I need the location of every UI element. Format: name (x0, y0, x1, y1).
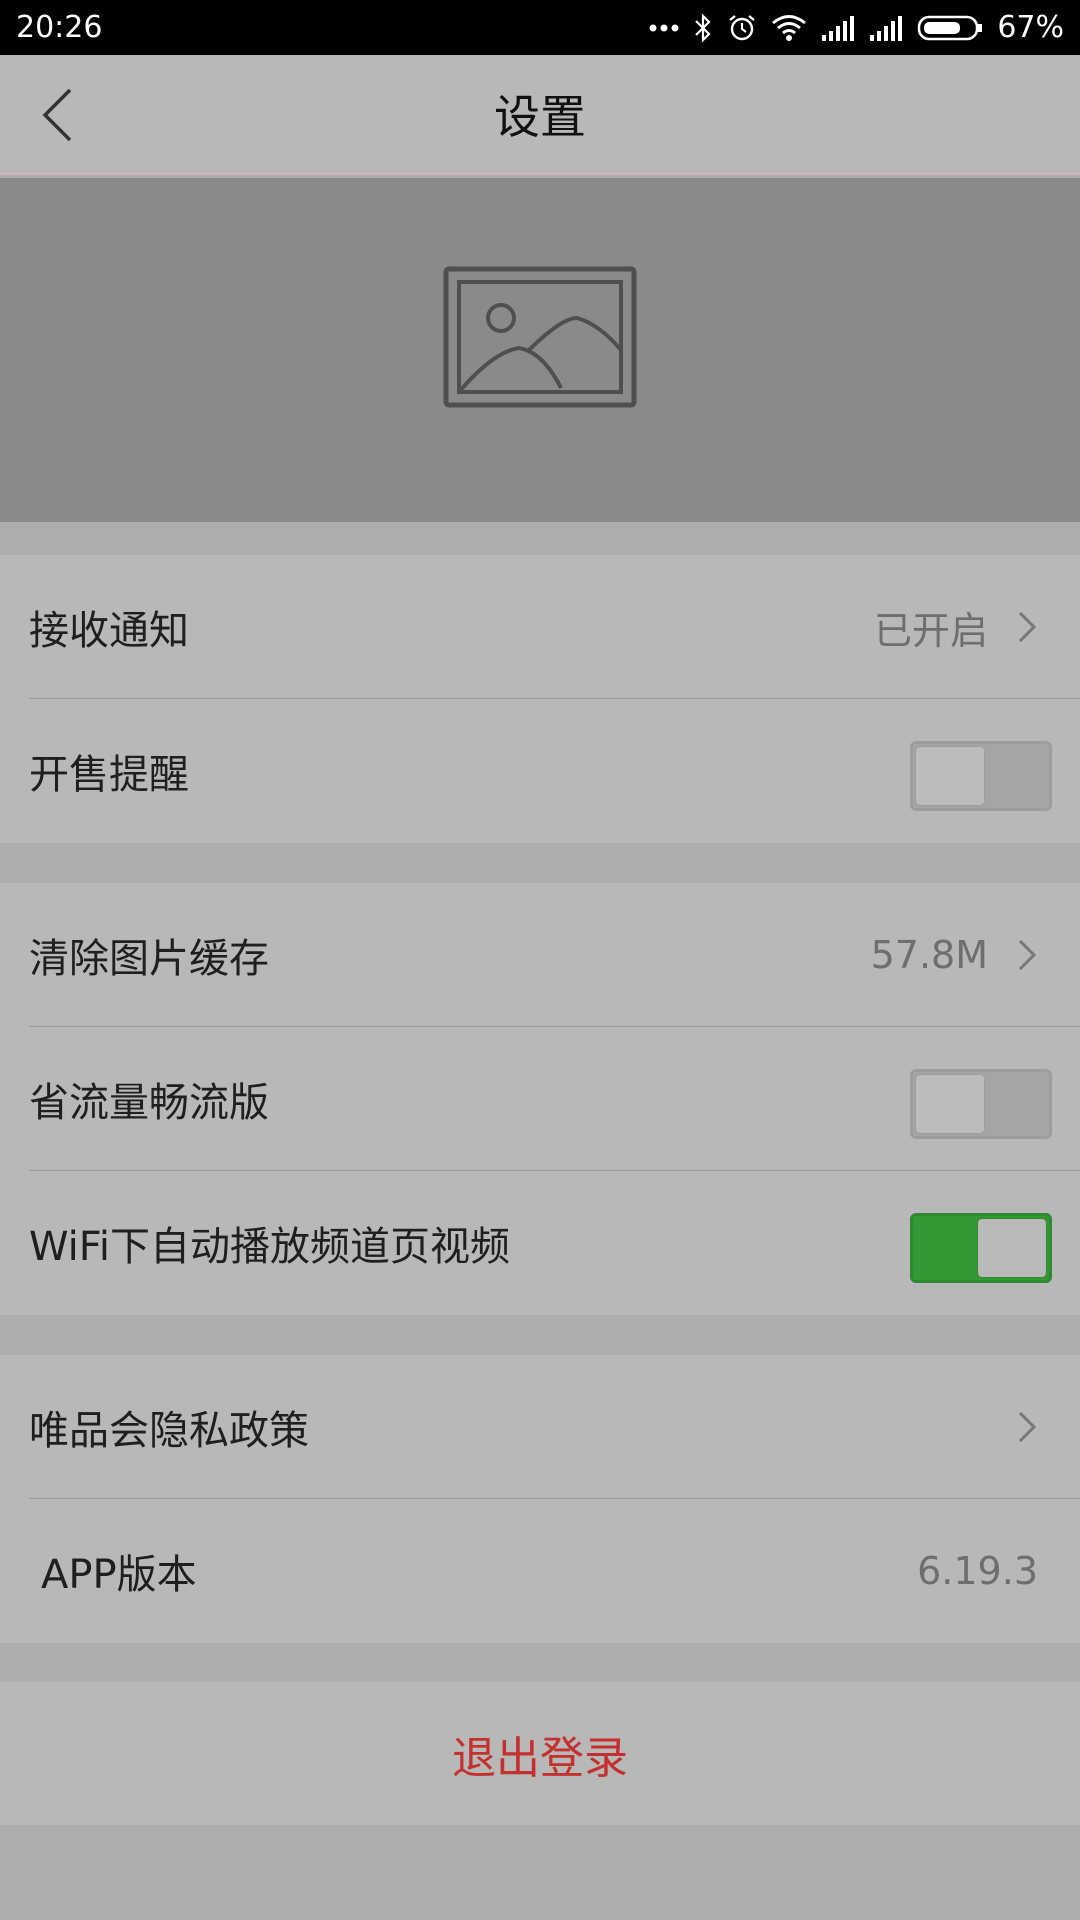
setting-row-clear-cache[interactable]: 清除图片缓存 57.8M (0, 883, 1080, 1027)
toggle-knob (977, 1218, 1047, 1278)
wifi-icon (771, 14, 807, 42)
image-placeholder-icon (443, 266, 637, 408)
settings-group-notifications: 接收通知 已开启 开售提醒 (0, 555, 1080, 843)
status-time: 20:26 (16, 10, 103, 45)
privacy-policy-label: 唯品会隐私政策 (29, 1408, 309, 1454)
signal-icon (821, 15, 855, 41)
page-title: 设置 (494, 89, 586, 144)
chevron-right-icon (1018, 611, 1037, 643)
app-version-label: APP版本 (41, 1552, 197, 1598)
settings-group-about: 唯品会隐私政策 APP版本 6.19.3 (0, 1355, 1080, 1643)
signal-icon (869, 15, 903, 41)
notifications-value: 已开启 (873, 608, 988, 653)
chevron-right-icon (1018, 939, 1037, 971)
bluetooth-icon (693, 12, 713, 43)
setting-row-data-saver: 省流量畅流版 (0, 1027, 1080, 1171)
clear-cache-label: 清除图片缓存 (29, 936, 269, 982)
back-arrow-icon (42, 88, 72, 142)
top-bar: 设置 (0, 55, 1080, 175)
sale-reminder-toggle[interactable] (910, 741, 1052, 811)
toggle-knob (915, 1074, 985, 1134)
setting-row-sale-reminder: 开售提醒 (0, 699, 1080, 843)
setting-row-notifications[interactable]: 接收通知 已开启 (0, 555, 1080, 699)
more-dots-icon (649, 23, 679, 33)
battery-icon (917, 14, 983, 42)
chevron-right-icon (1018, 1411, 1037, 1443)
status-icons: 67% (649, 10, 1064, 45)
data-saver-toggle[interactable] (910, 1069, 1052, 1139)
cache-size-value: 57.8M (870, 933, 988, 977)
setting-row-wifi-autoplay: WiFi下自动播放频道页视频 (0, 1171, 1080, 1315)
data-saver-label: 省流量畅流版 (29, 1080, 269, 1126)
wifi-autoplay-toggle[interactable] (910, 1213, 1052, 1283)
battery-percent: 67% (997, 10, 1064, 45)
app-version-value: 6.19.3 (917, 1549, 1038, 1593)
notifications-label: 接收通知 (29, 608, 189, 654)
sale-reminder-label: 开售提醒 (29, 752, 189, 798)
status-bar: 20:26 67% (0, 0, 1080, 55)
back-button[interactable] (32, 85, 82, 145)
wifi-autoplay-label: WiFi下自动播放频道页视频 (29, 1224, 510, 1270)
banner (0, 178, 1080, 522)
setting-row-privacy-policy[interactable]: 唯品会隐私政策 (0, 1355, 1080, 1499)
logout-button[interactable]: 退出登录 (0, 1682, 1080, 1825)
settings-group-media: 清除图片缓存 57.8M 省流量畅流版 WiFi下自动播放频道页视频 (0, 883, 1080, 1315)
toggle-knob (915, 746, 985, 806)
alarm-icon (727, 13, 757, 43)
setting-row-app-version: APP版本 6.19.3 (0, 1499, 1080, 1643)
